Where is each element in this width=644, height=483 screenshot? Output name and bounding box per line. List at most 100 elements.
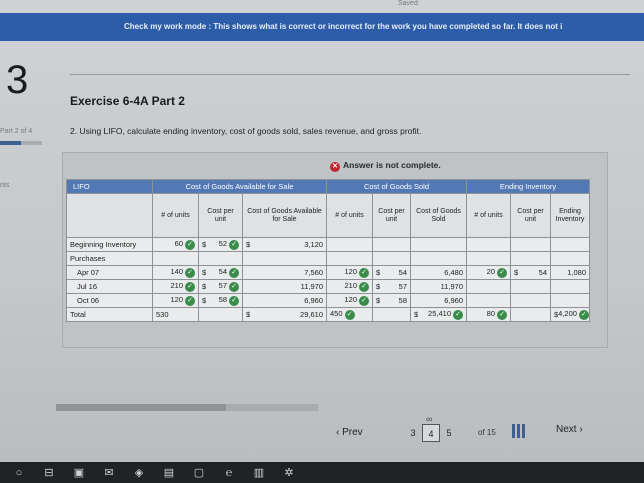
units-subheader: # of units — [152, 193, 199, 238]
question-number: 3 — [6, 58, 29, 102]
store-icon[interactable]: ▣ — [64, 466, 94, 479]
ending-value — [549, 293, 591, 308]
check-icon: ✓ — [359, 281, 369, 292]
amazon-icon[interactable]: ▢ — [184, 466, 214, 479]
table-row: Apr 07 140 ✓ $54 ✓ 7,560 120 ✓ $54 6,480 20… — [66, 265, 591, 280]
table-row: Beginning Inventory 60 ✓ $52 ✓ $3,120 — [66, 237, 591, 252]
blank-subheader — [66, 193, 153, 238]
end-units-input[interactable] — [466, 293, 511, 308]
cost-input[interactable]: $58 ✓ — [198, 293, 243, 308]
end-units-input[interactable]: 20 ✓ — [466, 265, 511, 280]
mail-icon[interactable]: ✉ — [94, 466, 124, 479]
question-prompt: 2. Using LIFO, calculate ending inventor… — [70, 126, 422, 136]
scroll-thumb[interactable] — [56, 404, 226, 411]
horizontal-scrollbar[interactable] — [56, 404, 318, 411]
x-icon: ✕ — [330, 162, 340, 172]
task-view-icon[interactable]: ⊟ — [34, 466, 64, 479]
total-ending[interactable]: $4,200 ✓ — [549, 307, 591, 322]
sold-units-input[interactable]: 120 ✓ — [326, 293, 373, 308]
cost-subheader: Cost per unit — [198, 193, 243, 238]
check-icon: ✓ — [344, 309, 355, 320]
sold-cost-input[interactable] — [372, 237, 411, 252]
units-input[interactable]: 120 ✓ — [152, 293, 199, 308]
end-units-subheader: # of units — [466, 193, 511, 238]
check-icon: ✓ — [229, 281, 239, 292]
sold-cost-input[interactable]: $57 — [372, 279, 411, 294]
row-label: Beginning Inventory — [66, 237, 153, 252]
end-cost-input[interactable]: $54 — [510, 265, 551, 280]
cost-input[interactable]: $52 ✓ — [198, 237, 243, 252]
end-cost-subheader: Cost per unit — [510, 193, 551, 238]
sold-cost-input[interactable]: $58 — [372, 293, 411, 308]
sold-units-input[interactable] — [326, 237, 373, 252]
check-icon: ✓ — [229, 295, 239, 306]
row-label: Jul 16 — [66, 279, 153, 294]
ending-subheader: Ending Inventory — [549, 193, 591, 238]
row-label: Total — [66, 307, 153, 322]
cogs-value — [410, 237, 467, 252]
ending-value — [549, 237, 591, 252]
total-cogs[interactable]: $25,410 ✓ — [410, 307, 467, 322]
cogas-value: 11,970 — [242, 279, 327, 294]
ending-header: Ending Inventory — [465, 179, 591, 194]
lifo-table: LIFO Cost of Goods Available for Sale Co… — [66, 179, 591, 322]
check-icon: ✓ — [359, 295, 369, 306]
check-icon: ✓ — [185, 239, 195, 250]
units-input[interactable]: 60 ✓ — [152, 237, 199, 252]
grid-icon[interactable] — [512, 424, 526, 438]
part-progress-fill — [0, 141, 21, 145]
sold-units-input[interactable]: 120 ✓ — [326, 265, 373, 280]
page-4-button[interactable]: 4 — [422, 424, 440, 442]
exercise-title: Exercise 6-4A Part 2 — [70, 94, 185, 108]
end-units-input[interactable] — [466, 237, 511, 252]
end-cost-input[interactable] — [510, 279, 551, 294]
answer-status: ✕ Answer is not complete. — [330, 160, 441, 172]
cost-input[interactable]: $57 ✓ — [198, 279, 243, 294]
end-units-input[interactable] — [466, 279, 511, 294]
page-count: of 15 — [478, 428, 496, 437]
total-sold-units[interactable]: 450 ✓ — [326, 307, 373, 322]
edge-icon[interactable]: ℮ — [214, 467, 244, 479]
units-input[interactable]: 210 ✓ — [152, 279, 199, 294]
check-icon: ✓ — [185, 267, 195, 278]
page-5-button[interactable]: 5 — [440, 424, 458, 442]
check-icon: ✓ — [229, 239, 239, 250]
check-icon: ✓ — [453, 309, 463, 320]
sold-units-input[interactable]: 210 ✓ — [326, 279, 373, 294]
check-icon: ✓ — [497, 309, 507, 320]
check-icon: ✓ — [497, 267, 507, 278]
row-label: Oct 06 — [66, 293, 153, 308]
end-cost-input[interactable] — [510, 293, 551, 308]
search-icon[interactable]: ○ — [4, 467, 34, 479]
sold-cost-input[interactable]: $54 — [372, 265, 411, 280]
next-button[interactable]: Next › — [556, 424, 583, 435]
units-input[interactable]: 140 ✓ — [152, 265, 199, 280]
check-mode-banner: Check my work mode : This shows what is … — [0, 13, 644, 41]
link-icon: ∞ — [426, 414, 433, 424]
check-icon: ✓ — [229, 267, 239, 278]
word-icon[interactable]: ▥ — [244, 466, 274, 479]
dropbox-icon[interactable]: ◈ — [124, 466, 154, 479]
cogs-value: 6,480 — [410, 265, 467, 280]
cogs-value: 11,970 — [410, 279, 467, 294]
prev-button[interactable]: ‹ Prev — [336, 427, 363, 438]
divider — [70, 74, 630, 75]
check-icon: ✓ — [359, 267, 369, 278]
page-selector: 3 4 5 — [404, 424, 458, 442]
screen: Saved Check my work mode : This shows wh… — [0, 0, 644, 462]
end-cost-input[interactable] — [510, 237, 551, 252]
cogas-value: $3,120 — [242, 237, 327, 252]
row-label: Apr 07 — [66, 265, 153, 280]
cogs-header: Cost of Goods Sold — [326, 179, 467, 194]
side-label: nts — [0, 182, 10, 189]
table-row: Oct 06 120 ✓ $58 ✓ 6,960 120 ✓ $58 6,960 — [66, 293, 591, 308]
cost-input[interactable]: $54 ✓ — [198, 265, 243, 280]
settings-icon[interactable]: ✲ — [274, 466, 304, 479]
table-row: Purchases — [66, 251, 591, 266]
method-header: LIFO — [66, 179, 153, 194]
page-3-button[interactable]: 3 — [404, 424, 422, 442]
photos-icon[interactable]: ▤ — [154, 466, 184, 479]
total-end-units[interactable]: 80 ✓ — [466, 307, 511, 322]
check-icon: ✓ — [578, 309, 589, 320]
saved-indicator: Saved — [398, 0, 418, 7]
